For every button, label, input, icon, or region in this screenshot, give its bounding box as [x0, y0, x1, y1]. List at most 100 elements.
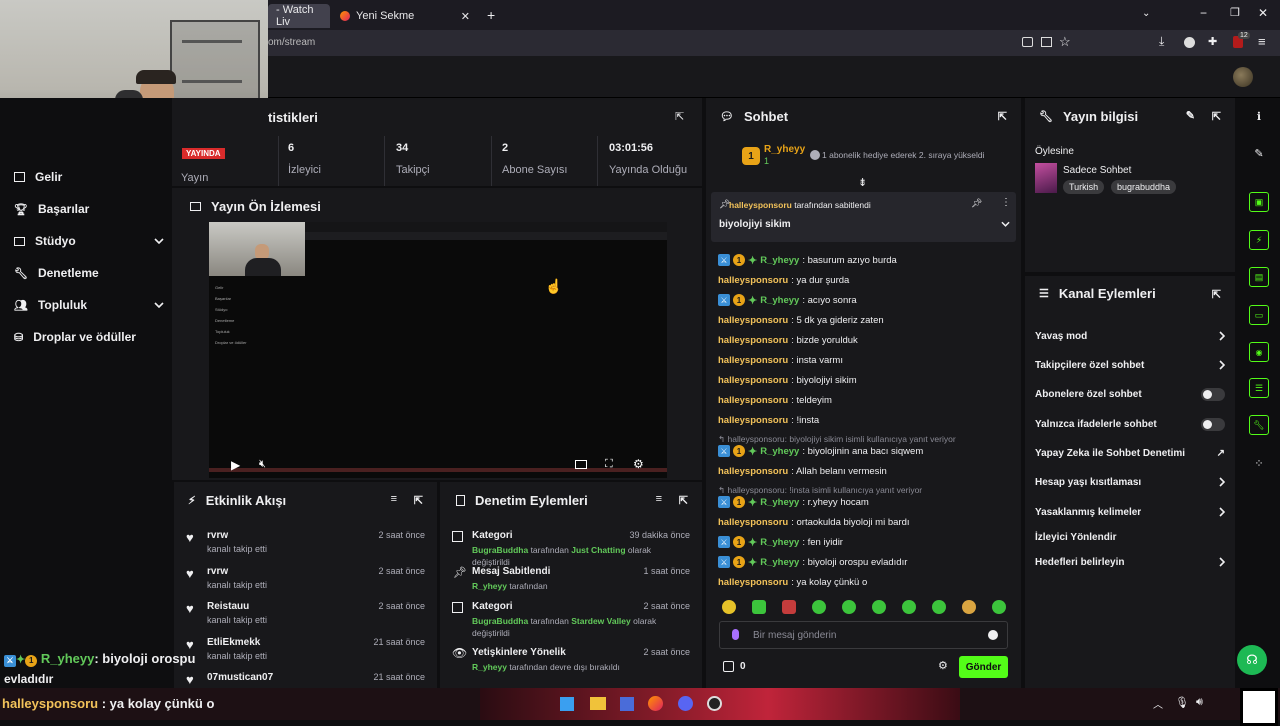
- tag[interactable]: bugrabuddha: [1111, 180, 1177, 194]
- emote-icon[interactable]: [932, 600, 946, 614]
- emote-only-toggle[interactable]: [1201, 417, 1225, 431]
- chat-username[interactable]: halleysponsoru: [718, 415, 788, 426]
- filter-icon[interactable]: ≡: [391, 493, 397, 505]
- emote-icon[interactable]: [752, 600, 766, 614]
- close-window-icon[interactable]: ✕: [1258, 6, 1268, 20]
- collapse-icon[interactable]: ⇟: [858, 176, 867, 189]
- download-icon[interactable]: ⤓: [1159, 34, 1164, 49]
- action-ai-moderation[interactable]: Yapay Zeka ile Sohbet Denetimi ↗: [1035, 443, 1225, 463]
- chevron-down-icon[interactable]: [1001, 221, 1010, 227]
- broadcast-icon[interactable]: ◉: [1249, 342, 1269, 362]
- category-thumbnail[interactable]: [1035, 163, 1057, 193]
- action-account-age[interactable]: Hesap yaşı kısıtlaması: [1035, 472, 1225, 492]
- play-icon[interactable]: ▶: [231, 458, 240, 472]
- chat-username[interactable]: R_yheyy: [760, 295, 799, 306]
- edit-icon[interactable]: ✎: [1249, 143, 1269, 163]
- chat-username[interactable]: R_yheyy: [760, 446, 799, 457]
- pinned-by-user[interactable]: halleysponsoru: [729, 200, 792, 210]
- popout-icon[interactable]: ⇱: [679, 494, 688, 507]
- browser-tab-active[interactable]: - Watch Liv: [268, 4, 330, 28]
- action-goals[interactable]: Hedefleri belirleyin: [1035, 552, 1225, 572]
- file-explorer-icon[interactable]: [590, 697, 606, 710]
- action-raid[interactable]: İzleyici Yönlendir: [1035, 527, 1225, 547]
- popout-icon[interactable]: ⇱: [675, 110, 684, 123]
- sidebar-item-droplar[interactable]: ⛁ Droplar ve ödüller: [14, 330, 164, 344]
- follower-name[interactable]: rvrw: [207, 566, 228, 577]
- unpin-icon[interactable]: 📌︎: [971, 198, 982, 209]
- info-card-icon[interactable]: ☰: [1249, 378, 1269, 398]
- sidebar-item-basarilar[interactable]: 🏆︎ Başarılar: [14, 202, 164, 216]
- tag[interactable]: Turkish: [1063, 180, 1105, 194]
- edit-icon[interactable]: ✎: [1186, 109, 1195, 122]
- theater-icon[interactable]: [575, 460, 587, 469]
- chat-username[interactable]: R_yheyy: [760, 537, 799, 548]
- action-banned-words[interactable]: Yasaklanmış kelimeler: [1035, 502, 1225, 522]
- sidebar-item-topluluk[interactable]: 👥︎ Topluluk: [14, 298, 164, 312]
- menu-icon[interactable]: ≡: [1258, 34, 1266, 49]
- chevron-down-icon[interactable]: [154, 238, 164, 244]
- chevron-down-icon[interactable]: ⌄: [1142, 8, 1150, 19]
- chat-username[interactable]: halleysponsoru: [718, 466, 788, 477]
- chevron-up-icon[interactable]: ︿: [1153, 696, 1163, 711]
- follower-name[interactable]: EtliEkmekk: [207, 637, 260, 648]
- more-icon[interactable]: ⋮: [1001, 197, 1011, 208]
- stream-preview-video[interactable]: Gelir Başarılar Stüdyo Denetleme Toplulu…: [209, 222, 667, 478]
- chat-username[interactable]: halleysponsoru: [718, 577, 788, 588]
- chat-username[interactable]: halleysponsoru: [718, 355, 788, 366]
- popout-icon[interactable]: ⇱: [1212, 110, 1221, 123]
- emote-icon[interactable]: [872, 600, 886, 614]
- extensions-icon[interactable]: ✚: [1208, 35, 1217, 48]
- emote-icon[interactable]: [992, 600, 1006, 614]
- moderator-name[interactable]: BugraBuddha: [472, 545, 528, 555]
- volume-icon[interactable]: 🔊︎: [1196, 696, 1203, 709]
- minimize-icon[interactable]: −: [1200, 6, 1207, 20]
- chat-input[interactable]: Bir mesaj gönderin: [719, 621, 1008, 649]
- mic-icon[interactable]: [732, 629, 739, 640]
- emoji-icon[interactable]: [988, 630, 998, 640]
- emote-icon[interactable]: [842, 600, 856, 614]
- sidebar-item-gelir[interactable]: Gelir: [14, 170, 164, 184]
- browser-tab[interactable]: Yeni Sekme ✕: [332, 4, 478, 28]
- reader-icon[interactable]: [1022, 37, 1033, 47]
- moderator-name[interactable]: BugraBuddha: [472, 616, 528, 626]
- clip-icon[interactable]: ▣: [1249, 192, 1269, 212]
- moderator-name[interactable]: R_yheyy: [472, 581, 507, 591]
- top-gifter-name[interactable]: R_yheyy: [764, 144, 805, 155]
- action-follower-only[interactable]: Takipçilere özel sohbet: [1035, 355, 1225, 375]
- chat-username[interactable]: halleysponsoru: [718, 375, 788, 386]
- document-icon[interactable]: ▤: [1249, 267, 1269, 287]
- chat-username[interactable]: R_yheyy: [760, 255, 799, 266]
- bolt-icon[interactable]: ⚡︎: [1249, 230, 1269, 250]
- follower-name[interactable]: rvrw: [207, 530, 228, 541]
- windows-start-icon[interactable]: [560, 697, 574, 711]
- avatar[interactable]: [1233, 67, 1253, 87]
- category-name[interactable]: Stardew Valley: [571, 616, 631, 626]
- microphone-icon[interactable]: 🎙︎: [1175, 696, 1189, 709]
- chat-username[interactable]: halleysponsoru: [718, 335, 788, 346]
- follower-name[interactable]: 07mustican07: [207, 672, 273, 683]
- popout-icon[interactable]: ⇱: [1212, 288, 1221, 301]
- action-slow-mode[interactable]: Yavaş mod: [1035, 326, 1225, 346]
- discord-icon[interactable]: [678, 696, 693, 711]
- emote-icon[interactable]: [962, 600, 976, 614]
- obs-icon[interactable]: [707, 696, 722, 711]
- wrench-icon[interactable]: 🔧︎: [1249, 415, 1269, 435]
- moderator-name[interactable]: R_yheyy: [472, 662, 507, 672]
- screenshot-icon[interactable]: [1041, 37, 1052, 47]
- points-icon[interactable]: [723, 661, 734, 672]
- info-icon[interactable]: ℹ: [1249, 106, 1269, 126]
- popout-icon[interactable]: ⇱: [998, 110, 1007, 123]
- sidebar-item-studyo[interactable]: Stüdyo: [14, 234, 164, 248]
- emote-icon[interactable]: [722, 600, 736, 614]
- sidebar-item-denetleme[interactable]: 🔧︎ Denetleme: [14, 266, 164, 280]
- emote-icon[interactable]: [902, 600, 916, 614]
- restore-icon[interactable]: ❐: [1230, 6, 1240, 19]
- video-progress[interactable]: [209, 468, 667, 472]
- chat-username[interactable]: R_yheyy: [760, 497, 799, 508]
- support-icon[interactable]: ☊: [1237, 645, 1267, 675]
- settings-icon[interactable]: ⚙: [633, 457, 644, 471]
- filter-icon[interactable]: ≡: [656, 493, 662, 505]
- top-gifter[interactable]: 1 R_yheyy 1 1 abonelik hediye ederek 2. …: [742, 144, 1012, 168]
- store-icon[interactable]: [620, 697, 634, 711]
- send-button[interactable]: Gönder: [959, 656, 1008, 678]
